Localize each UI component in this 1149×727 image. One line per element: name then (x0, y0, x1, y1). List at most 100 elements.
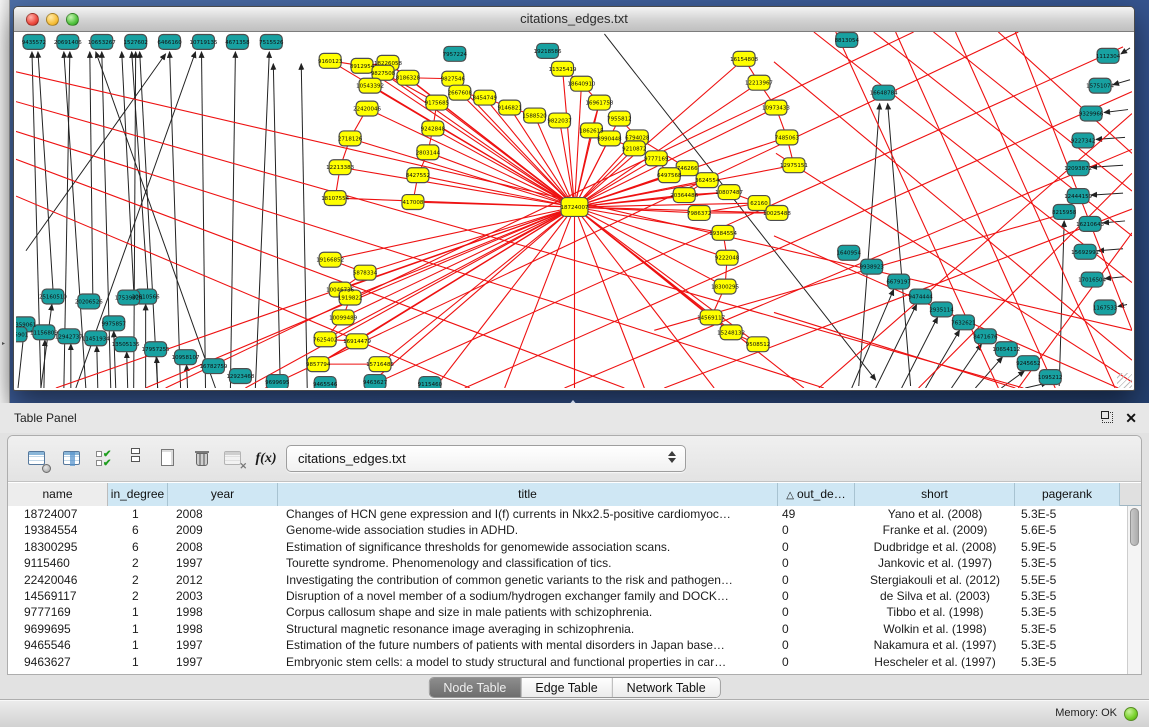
column-header-name[interactable]: name (8, 483, 108, 506)
table-type-segmented-control: Node TableEdge TableNetwork Table (428, 677, 720, 698)
cell-out_de: 0 (778, 588, 855, 604)
cell-short: Jankovic et al. (1997) (855, 555, 1015, 571)
graph-node-label: 11325419 (549, 67, 577, 73)
column-header-year[interactable]: year (168, 483, 278, 506)
cell-pagerank: 5.3E-5 (1015, 506, 1120, 522)
column-header-short[interactable]: short (855, 483, 1015, 506)
row-height-icon (131, 448, 140, 454)
tab-edge-table[interactable]: Edge Table (521, 678, 612, 697)
resize-grip[interactable] (1117, 373, 1132, 388)
citation-edge-black (41, 304, 52, 388)
graph-node-label: 19384554 (709, 231, 737, 237)
citation-edge-black (1113, 80, 1130, 85)
table-row[interactable]: 911546021997Tourette syndrome. Phenomeno… (8, 555, 1127, 571)
cell-short: Hescheler et al. (1997) (855, 654, 1015, 670)
vertical-scrollbar[interactable] (1127, 506, 1141, 674)
graph-node-label: 1167533 (1093, 305, 1118, 311)
scrollbar-thumb[interactable] (1130, 508, 1139, 546)
graph-node-label: 9146821 (497, 106, 521, 112)
graph-node-label: 1588520 (522, 114, 547, 120)
graph-node-label: 15751074 (1086, 84, 1114, 90)
table-row[interactable]: 977716911998Corpus callosum shape and si… (8, 604, 1127, 620)
cell-in_degree: 2 (108, 588, 168, 604)
cell-name: 9115460 (8, 555, 108, 571)
table-row[interactable]: 1872400712008Changes of HCN gene express… (8, 506, 1127, 522)
tab-node-table[interactable]: Node Table (429, 678, 521, 697)
citation-edge-black (187, 365, 188, 388)
table-row[interactable]: 2242004622012Investigating the contribut… (8, 572, 1127, 588)
graph-node-label: 16210643 (1076, 222, 1104, 228)
cell-title: Investigating the contribution of common… (278, 572, 778, 588)
graph-node-label: 15248132 (717, 330, 745, 336)
show-columns-button[interactable] (60, 446, 86, 472)
graph-node-label: 6679197 (886, 280, 911, 286)
citation-edge-black (273, 64, 280, 388)
delete-table-button[interactable]: ✕ (221, 446, 247, 472)
float-panel-icon[interactable] (1102, 412, 1113, 423)
zoom-traffic-light-icon[interactable] (66, 13, 79, 26)
graph-node-label: 9938923 (860, 265, 885, 271)
column-header-in_degree[interactable]: in_degree (108, 483, 168, 506)
collapsed-side-panel[interactable]: ▸ (0, 0, 10, 403)
cell-title: Embryonic stem cells: a model to study s… (278, 654, 778, 670)
cell-short: Yano et al. (2008) (855, 506, 1015, 522)
graph-node-label: 12975151 (780, 163, 808, 169)
cell-short: Tibbo et al. (1998) (855, 604, 1015, 620)
create-column-button[interactable] (155, 446, 181, 472)
graph-node-label: 9227342 (1071, 138, 1095, 144)
citation-edge-black (926, 330, 960, 388)
cell-in_degree: 1 (108, 621, 168, 637)
graph-node-label: 12942737 (55, 334, 83, 340)
cell-title: Disruption of a novel member of a sodium… (278, 588, 778, 604)
close-traffic-light-icon[interactable] (26, 13, 39, 26)
table-selector-value: citations_edges.txt (298, 446, 406, 471)
panel-divider-handle[interactable] (567, 393, 579, 400)
graph-node-label: 9463627 (363, 380, 388, 386)
network-canvas-container[interactable]: 1872400791601238912954182260589827508105… (16, 32, 1132, 388)
graph-node-label: 7986372 (687, 211, 711, 217)
minimize-traffic-light-icon[interactable] (46, 13, 59, 26)
delete-columns-button[interactable] (189, 446, 215, 472)
tab-network-table[interactable]: Network Table (613, 678, 720, 697)
network-window-titlebar[interactable]: citations_edges.txt (14, 7, 1134, 32)
column-header-title[interactable]: title (278, 483, 778, 506)
graph-node-label: 4359061 (16, 322, 36, 328)
citation-edge-black (255, 52, 269, 388)
table-options-button[interactable] (25, 446, 51, 472)
table-selector-dropdown[interactable]: citations_edges.txt (286, 445, 686, 472)
column-header-out_de[interactable]: △out_de… (778, 483, 855, 506)
graph-node-label: 16648784 (870, 91, 898, 97)
cell-pagerank: 5.3E-5 (1015, 654, 1120, 670)
graph-node-label: 9210872 (622, 146, 646, 152)
graph-node-label: 22420046 (353, 107, 381, 113)
table-row[interactable]: 946554611997Estimation of the future num… (8, 637, 1127, 653)
cell-title: Changes of HCN gene expression and I(f) … (278, 506, 778, 522)
graph-node-label: 9115460 (418, 382, 443, 388)
graph-node-label: 10958107 (172, 355, 200, 361)
trash-icon (196, 453, 208, 466)
table-row[interactable]: 946362711997Embryonic stem cells: a mode… (8, 654, 1127, 670)
citation-edge-black (1091, 193, 1123, 195)
network-canvas[interactable]: 1872400791601238912954182260589827508105… (16, 32, 1132, 388)
graph-node-label: 9975857 (102, 321, 127, 327)
table-row[interactable]: 969969511998Structural magnetic resonanc… (8, 621, 1127, 637)
cell-year: 1998 (168, 621, 278, 637)
citation-edge-black (975, 357, 1002, 388)
graph-node-label: 746266 (677, 166, 698, 172)
table-tabs-bar: Node TableEdge TableNetwork Table (0, 675, 1149, 701)
graph-node-label: 10025488 (763, 211, 791, 217)
select-visible-columns-button[interactable]: ✔ ✔ (92, 446, 118, 472)
function-builder-button[interactable]: f(x) (253, 446, 279, 472)
close-panel-icon[interactable]: ✕ (1125, 409, 1137, 427)
table-row[interactable]: 1456911722003Disruption of a novel membe… (8, 588, 1127, 604)
graph-node-label: 9160123 (318, 59, 343, 65)
row-height-button[interactable] (122, 446, 148, 472)
graph-node-label: 16961758 (585, 101, 613, 107)
graph-node-label: 62160 (750, 201, 768, 207)
cell-name: 22420046 (8, 572, 108, 588)
table-row[interactable]: 1830029562008Estimation of significance … (8, 539, 1127, 555)
column-header-pagerank[interactable]: pagerank (1015, 483, 1120, 506)
cell-in_degree: 1 (108, 604, 168, 620)
table-row[interactable]: 1938455462009Genome-wide association stu… (8, 522, 1127, 538)
graph-node-label: 18107554 (321, 196, 349, 202)
